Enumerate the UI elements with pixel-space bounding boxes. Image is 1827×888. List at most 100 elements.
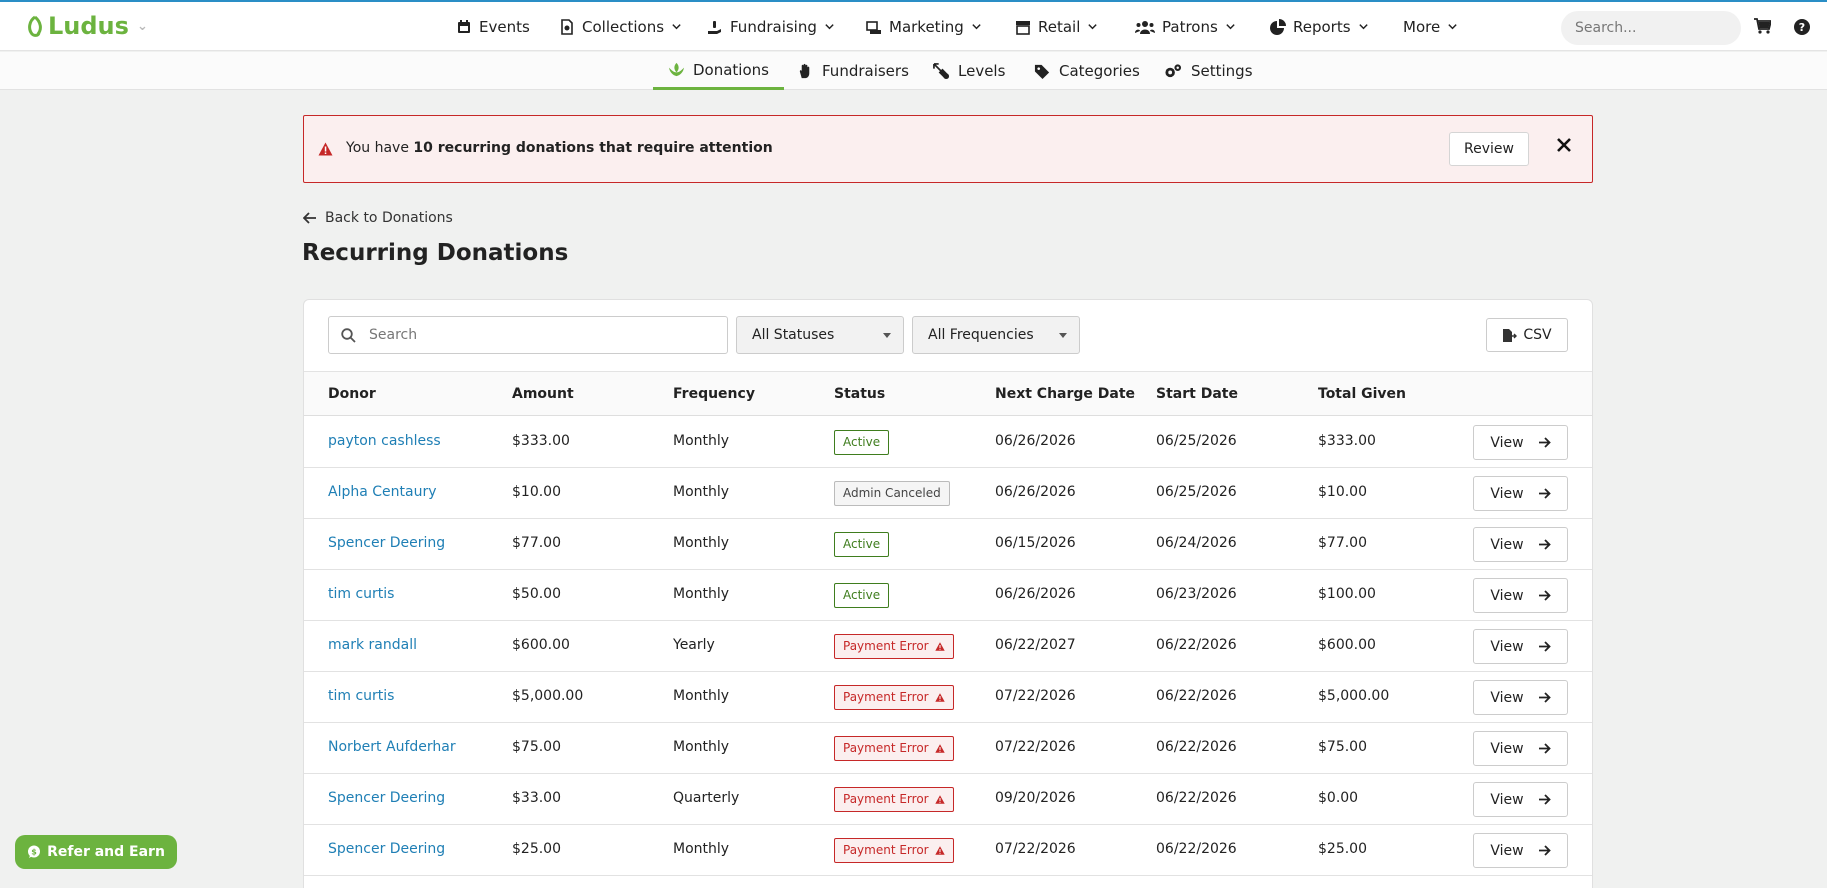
status-label: Payment Error bbox=[843, 639, 929, 653]
warning-icon bbox=[934, 846, 945, 855]
start-date-cell: 06/22/2026 bbox=[1156, 688, 1237, 704]
status-badge: Active bbox=[834, 430, 890, 455]
donor-link[interactable]: Spencer Deering bbox=[328, 535, 445, 551]
arrow-right-icon bbox=[1538, 641, 1551, 652]
tab-categories[interactable]: Categories bbox=[1034, 52, 1140, 90]
column-header[interactable]: Donor bbox=[328, 386, 376, 402]
frequency-cell: Monthly bbox=[673, 484, 730, 500]
tab-label: Settings bbox=[1191, 62, 1253, 80]
donor-link[interactable]: tim curtis bbox=[328, 586, 394, 602]
status-badge: Payment Error bbox=[834, 634, 954, 659]
nav-label: Fundraising bbox=[730, 17, 817, 36]
warning-icon bbox=[318, 142, 333, 156]
total-given-cell: $600.00 bbox=[1318, 637, 1376, 653]
total-given-cell: $333.00 bbox=[1318, 433, 1376, 449]
help-icon[interactable]: ? bbox=[1794, 19, 1810, 35]
donor-link[interactable]: payton cashless bbox=[328, 433, 441, 449]
donor-link[interactable]: Norbert Aufderhar bbox=[328, 739, 456, 755]
tab-levels[interactable]: Levels bbox=[933, 52, 1005, 90]
status-badge: Payment Error bbox=[834, 736, 954, 761]
column-header[interactable]: Next Charge Date bbox=[995, 386, 1135, 402]
status-badge: Active bbox=[834, 583, 890, 608]
view-label: View bbox=[1490, 842, 1524, 859]
search-input[interactable] bbox=[369, 325, 709, 345]
arrow-left-icon bbox=[303, 212, 316, 224]
frequency-cell: Monthly bbox=[673, 688, 730, 704]
start-date-cell: 06/25/2026 bbox=[1156, 484, 1237, 500]
nav-more[interactable]: More bbox=[1403, 2, 1458, 51]
view-button[interactable]: View bbox=[1473, 476, 1568, 511]
view-button[interactable]: View bbox=[1473, 578, 1568, 613]
amount-cell: $5,000.00 bbox=[512, 688, 584, 704]
amount-cell: $333.00 bbox=[512, 433, 570, 449]
store-icon bbox=[1016, 20, 1030, 35]
csv-export-button[interactable]: CSV bbox=[1486, 318, 1568, 352]
start-date-cell: 06/22/2026 bbox=[1156, 637, 1237, 653]
start-date-cell: 06/22/2026 bbox=[1156, 841, 1237, 857]
table-row: tim curtis $5,000.00 Monthly Payment Error 0… bbox=[304, 672, 1592, 723]
status-label: Payment Error bbox=[843, 843, 929, 857]
frequency-cell: Monthly bbox=[673, 535, 730, 551]
tab-donations[interactable]: Donations bbox=[653, 52, 784, 90]
view-button[interactable]: View bbox=[1473, 629, 1568, 664]
csv-label: CSV bbox=[1523, 327, 1552, 343]
refer-and-earn-button[interactable]: $ Refer and Earn bbox=[15, 835, 177, 869]
hand-icon bbox=[799, 63, 810, 78]
next-charge-date-cell: 09/20/2026 bbox=[995, 790, 1076, 806]
table-row: tim curtis $50.00 Monthly Active 06/26/2026 0… bbox=[304, 570, 1592, 621]
view-button[interactable]: View bbox=[1473, 833, 1568, 868]
close-icon[interactable] bbox=[1557, 138, 1571, 152]
nav-marketing[interactable]: Marketing bbox=[866, 2, 982, 51]
chevron-down-icon bbox=[1448, 24, 1457, 30]
review-button[interactable]: Review bbox=[1449, 132, 1529, 166]
view-button[interactable]: View bbox=[1473, 425, 1568, 460]
status-badge: Admin Canceled bbox=[834, 481, 950, 506]
total-given-cell: $0.00 bbox=[1318, 790, 1359, 806]
leaf-icon bbox=[28, 15, 42, 37]
donor-link[interactable]: tim curtis bbox=[328, 688, 394, 704]
view-label: View bbox=[1490, 485, 1524, 502]
brand-logo[interactable]: Ludus ⌄ bbox=[26, 12, 148, 40]
nav-reports[interactable]: Reports bbox=[1270, 2, 1369, 51]
global-search-input[interactable] bbox=[1561, 11, 1741, 45]
column-header[interactable]: Frequency bbox=[673, 386, 755, 402]
nav-label: Retail bbox=[1038, 17, 1081, 36]
donor-link[interactable]: mark randall bbox=[328, 637, 417, 653]
tab-settings[interactable]: Settings bbox=[1163, 52, 1253, 90]
table-row: payton cashless $333.00 Monthly Active 06/26… bbox=[304, 417, 1592, 468]
nav-retail[interactable]: Retail bbox=[1015, 2, 1098, 51]
column-header[interactable]: Total Given bbox=[1318, 386, 1406, 402]
donor-link[interactable]: Alpha Centaury bbox=[328, 484, 437, 500]
amount-cell: $77.00 bbox=[512, 535, 561, 551]
amount-cell: $10.00 bbox=[512, 484, 561, 500]
status-label: Payment Error bbox=[843, 792, 929, 806]
next-charge-date-cell: 06/26/2026 bbox=[995, 484, 1076, 500]
next-charge-date-cell: 06/15/2026 bbox=[995, 535, 1076, 551]
view-button[interactable]: View bbox=[1473, 527, 1568, 562]
status-filter-value: All Statuses bbox=[752, 327, 835, 343]
nav-label: Events bbox=[479, 17, 530, 36]
arrow-right-icon bbox=[1538, 794, 1551, 805]
nav-events[interactable]: Events bbox=[456, 2, 530, 51]
table-search bbox=[328, 316, 728, 354]
nav-fundraising[interactable]: Fundraising bbox=[707, 2, 835, 51]
cart-icon[interactable] bbox=[1754, 18, 1771, 34]
frequency-filter-select[interactable]: All Frequencies bbox=[912, 316, 1080, 354]
fundraising-icon bbox=[708, 20, 721, 34]
donor-link[interactable]: Spencer Deering bbox=[328, 790, 445, 806]
column-header[interactable]: Status bbox=[834, 386, 885, 402]
nav-collections[interactable]: Collections bbox=[559, 2, 682, 51]
frequency-cell: Monthly bbox=[673, 586, 730, 602]
nav-patrons[interactable]: Patrons bbox=[1135, 2, 1236, 51]
view-button[interactable]: View bbox=[1473, 731, 1568, 766]
back-link[interactable]: Back to Donations bbox=[303, 210, 453, 226]
column-header[interactable]: Amount bbox=[512, 386, 574, 402]
chevron-down-icon bbox=[1088, 24, 1098, 30]
view-button[interactable]: View bbox=[1473, 680, 1568, 715]
tab-fundraisers[interactable]: Fundraisers bbox=[797, 52, 909, 90]
donor-link[interactable]: Spencer Deering bbox=[328, 841, 445, 857]
view-button[interactable]: View bbox=[1473, 782, 1568, 817]
column-header[interactable]: Start Date bbox=[1156, 386, 1238, 402]
chevron-down-icon[interactable]: ⌄ bbox=[137, 19, 148, 34]
status-filter-select[interactable]: All Statuses bbox=[736, 316, 904, 354]
